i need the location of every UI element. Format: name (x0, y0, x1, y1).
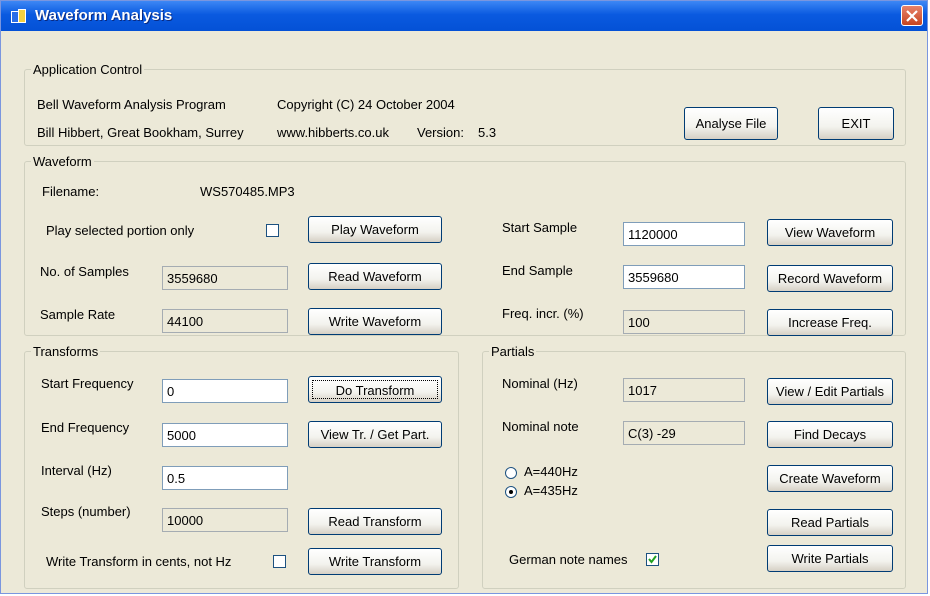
close-button[interactable] (901, 5, 923, 26)
freq-incr-label: Freq. incr. (%) (502, 306, 584, 321)
waveform-legend: Waveform (33, 154, 92, 169)
german-names-label: German note names (509, 552, 628, 567)
write-transform-button[interactable]: Write Transform (308, 548, 442, 575)
filename-label: Filename: (42, 184, 100, 199)
end-sample-label: End Sample (502, 263, 573, 278)
play-selected-label: Play selected portion only (46, 223, 195, 238)
transforms-legend: Transforms (33, 344, 99, 359)
do-transform-button[interactable]: Do Transform (308, 376, 442, 403)
increase-freq-button[interactable]: Increase Freq. (767, 309, 893, 336)
filename-value: WS570485.MP3 (200, 184, 295, 199)
author: Bill Hibbert, Great Bookham, Surrey (37, 125, 244, 140)
exit-button[interactable]: EXIT (818, 107, 894, 140)
samples-field[interactable]: 3559680 (162, 266, 288, 290)
cents-checkbox[interactable] (273, 555, 286, 568)
version-label: Version: (417, 125, 464, 140)
view-edit-partials-button[interactable]: View / Edit Partials (767, 378, 893, 405)
start-sample-input[interactable]: 1120000 (623, 222, 745, 246)
version-value: 5.3 (478, 125, 497, 140)
steps-field[interactable]: 10000 (162, 508, 288, 532)
start-sample-label: Start Sample (502, 220, 578, 235)
partials-group: Partials Nominal (Hz) 1017 View / Edit P… (482, 344, 906, 589)
write-waveform-button[interactable]: Write Waveform (308, 308, 442, 335)
find-decays-button[interactable]: Find Decays (767, 421, 893, 448)
cents-label: Write Transform in cents, not Hz (46, 554, 232, 569)
end-frequency-label: End Frequency (41, 420, 130, 435)
record-waveform-button[interactable]: Record Waveform (767, 265, 893, 292)
nominal-field[interactable]: 1017 (623, 378, 745, 402)
app-control-group: Application Control Bell Waveform Analys… (24, 62, 906, 146)
app-icon (11, 9, 27, 23)
rate-field[interactable]: 44100 (162, 309, 288, 333)
steps-label: Steps (number) (41, 504, 131, 519)
rate-label: Sample Rate (40, 307, 116, 322)
do-transform-label: Do Transform (312, 380, 438, 399)
interval-input[interactable]: 0.5 (162, 466, 288, 490)
view-transform-button[interactable]: View Tr. / Get Part. (308, 421, 442, 448)
view-waveform-button[interactable]: View Waveform (767, 219, 893, 246)
read-partials-button[interactable]: Read Partials (767, 509, 893, 536)
play-waveform-button[interactable]: Play Waveform (308, 216, 442, 243)
read-transform-button[interactable]: Read Transform (308, 508, 442, 535)
a440-label: A=440Hz (524, 464, 578, 479)
analyse-file-button[interactable]: Analyse File (684, 107, 778, 140)
waveform-group: Waveform Filename: WS570485.MP3 Play sel… (24, 154, 906, 336)
freq-incr-field[interactable]: 100 (623, 310, 745, 334)
end-frequency-input[interactable]: 5000 (162, 423, 288, 447)
copyright: Copyright (C) 24 October 2004 (277, 97, 455, 112)
check-icon (648, 555, 657, 564)
read-waveform-button[interactable]: Read Waveform (308, 263, 442, 290)
write-partials-button[interactable]: Write Partials (767, 545, 893, 572)
nominal-note-field[interactable]: C(3) -29 (623, 421, 745, 445)
app-control-legend: Application Control (33, 62, 143, 77)
nominal-note-label: Nominal note (502, 419, 579, 434)
program-name: Bell Waveform Analysis Program (37, 97, 226, 112)
website: www.hibberts.co.uk (277, 125, 389, 140)
create-waveform-button[interactable]: Create Waveform (767, 465, 893, 492)
start-frequency-label: Start Frequency (41, 376, 134, 391)
transforms-group: Transforms Start Frequency 0 Do Transfor… (24, 344, 459, 589)
play-selected-checkbox[interactable] (266, 224, 279, 237)
german-names-checkbox[interactable] (646, 553, 659, 566)
window-title: Waveform Analysis (35, 7, 173, 24)
a435-label: A=435Hz (524, 483, 578, 498)
close-icon (906, 10, 918, 22)
nominal-label: Nominal (Hz) (502, 376, 578, 391)
a440-radio[interactable] (505, 467, 517, 479)
partials-legend: Partials (491, 344, 535, 359)
start-frequency-input[interactable]: 0 (162, 379, 288, 403)
a435-radio[interactable] (505, 486, 517, 498)
samples-label: No. of Samples (40, 264, 129, 279)
end-sample-input[interactable]: 3559680 (623, 265, 745, 289)
main-window: Waveform Analysis Application Control Be… (0, 0, 928, 594)
title-bar[interactable]: Waveform Analysis (1, 1, 927, 31)
interval-label: Interval (Hz) (41, 463, 112, 478)
